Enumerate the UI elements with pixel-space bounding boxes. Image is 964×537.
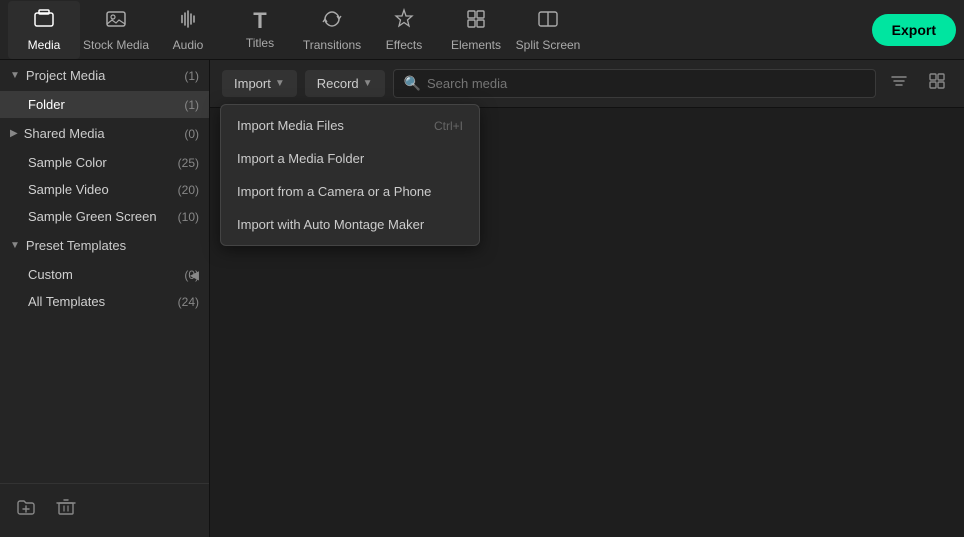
project-media-title: Project Media <box>26 68 184 83</box>
nav-titles-label: Titles <box>246 36 274 50</box>
shared-media-chevron: ▶ <box>10 128 18 139</box>
audio-icon <box>177 8 199 34</box>
nav-effects-label: Effects <box>386 38 422 52</box>
delete-button[interactable] <box>50 494 82 527</box>
import-button[interactable]: Import ▼ <box>222 70 297 97</box>
search-bar: 🔍 <box>393 69 876 98</box>
nav-transitions[interactable]: Transitions <box>296 1 368 59</box>
all-templates-count: (24) <box>178 295 199 309</box>
search-input[interactable] <box>427 76 865 91</box>
sample-green-label: Sample Green Screen <box>28 209 178 224</box>
dropdown-import-auto-montage[interactable]: Import with Auto Montage Maker <box>221 208 479 241</box>
dropdown-import-media-files[interactable]: Import Media Files Ctrl+I <box>221 109 479 142</box>
export-button[interactable]: Export <box>872 14 956 46</box>
main-area: ▼ Project Media (1) Folder (1) ▶ Shared … <box>0 60 964 537</box>
preset-chevron: ▼ <box>10 240 20 251</box>
import-dropdown-arrow: ▼ <box>275 78 285 89</box>
sidebar-item-sample-video[interactable]: Sample Video (20) <box>0 176 209 203</box>
nav-split-label: Split Screen <box>516 38 581 52</box>
nav-media-label: Media <box>28 38 61 52</box>
project-media-chevron: ▼ <box>10 70 20 81</box>
nav-effects[interactable]: Effects <box>368 1 440 59</box>
sidebar: ▼ Project Media (1) Folder (1) ▶ Shared … <box>0 60 210 537</box>
record-dropdown-arrow: ▼ <box>363 78 373 89</box>
nav-elements-label: Elements <box>451 38 501 52</box>
shared-media-count: (0) <box>184 127 199 141</box>
nav-audio-label: Audio <box>173 38 204 52</box>
split-screen-icon <box>537 8 559 34</box>
project-media-count: (1) <box>184 69 199 83</box>
all-templates-label: All Templates <box>28 294 178 309</box>
add-folder-button[interactable] <box>10 494 42 527</box>
dropdown-import-camera[interactable]: Import from a Camera or a Phone <box>221 175 479 208</box>
import-media-files-label: Import Media Files <box>237 118 344 133</box>
titles-icon: T <box>253 10 266 32</box>
import-auto-montage-label: Import with Auto Montage Maker <box>237 217 424 232</box>
preset-templates-title: Preset Templates <box>26 238 199 253</box>
import-folder-label: Import a Media Folder <box>237 151 364 166</box>
sample-color-label: Sample Color <box>28 155 178 170</box>
nav-elements[interactable]: Elements <box>440 1 512 59</box>
sample-video-label: Sample Video <box>28 182 178 197</box>
filter-button[interactable] <box>884 68 914 99</box>
record-button[interactable]: Record ▼ <box>305 70 385 97</box>
search-icon: 🔍 <box>404 75 421 92</box>
nav-transitions-label: Transitions <box>303 38 361 52</box>
shared-media-header[interactable]: ▶ Shared Media (0) <box>0 118 209 149</box>
custom-label: Custom <box>28 267 184 282</box>
folder-count: (1) <box>184 98 199 112</box>
elements-icon <box>465 8 487 34</box>
toolbar: Import ▼ Record ▼ 🔍 <box>210 60 964 108</box>
sidebar-footer <box>0 483 209 537</box>
sample-video-count: (20) <box>178 183 199 197</box>
import-dropdown-menu: Import Media Files Ctrl+I Import a Media… <box>220 104 480 246</box>
top-nav: Media Stock Media Audio T Titles <box>0 0 964 60</box>
content-area: Import ▼ Record ▼ 🔍 <box>210 60 964 537</box>
nav-stock-media[interactable]: Stock Media <box>80 1 152 59</box>
grid-view-button[interactable] <box>922 68 952 99</box>
nav-split-screen[interactable]: Split Screen <box>512 1 584 59</box>
nav-stock-label: Stock Media <box>83 38 149 52</box>
folder-label: Folder <box>28 97 184 112</box>
sidebar-item-sample-green[interactable]: Sample Green Screen (10) <box>0 203 209 230</box>
sample-color-count: (25) <box>178 156 199 170</box>
record-label: Record <box>317 76 359 91</box>
sidebar-item-folder[interactable]: Folder (1) <box>0 91 209 118</box>
import-media-shortcut: Ctrl+I <box>434 119 463 133</box>
project-media-header[interactable]: ▼ Project Media (1) <box>0 60 209 91</box>
effects-icon <box>393 8 415 34</box>
preset-templates-header[interactable]: ▼ Preset Templates <box>0 230 209 261</box>
nav-media[interactable]: Media <box>8 1 80 59</box>
sample-green-count: (10) <box>178 210 199 224</box>
dropdown-import-media-folder[interactable]: Import a Media Folder <box>221 142 479 175</box>
media-icon <box>33 8 55 34</box>
shared-media-title: Shared Media <box>24 126 185 141</box>
stock-media-icon <box>105 8 127 34</box>
transitions-icon <box>321 8 343 34</box>
sidebar-item-sample-color[interactable]: Sample Color (25) <box>0 149 209 176</box>
import-camera-label: Import from a Camera or a Phone <box>237 184 431 199</box>
custom-arrow: ◀ <box>190 268 199 282</box>
sidebar-item-all-templates[interactable]: All Templates (24) <box>0 288 209 315</box>
sidebar-item-custom[interactable]: Custom (0) ◀ <box>0 261 209 288</box>
nav-titles[interactable]: T Titles <box>224 1 296 59</box>
import-label: Import <box>234 76 271 91</box>
nav-audio[interactable]: Audio <box>152 1 224 59</box>
